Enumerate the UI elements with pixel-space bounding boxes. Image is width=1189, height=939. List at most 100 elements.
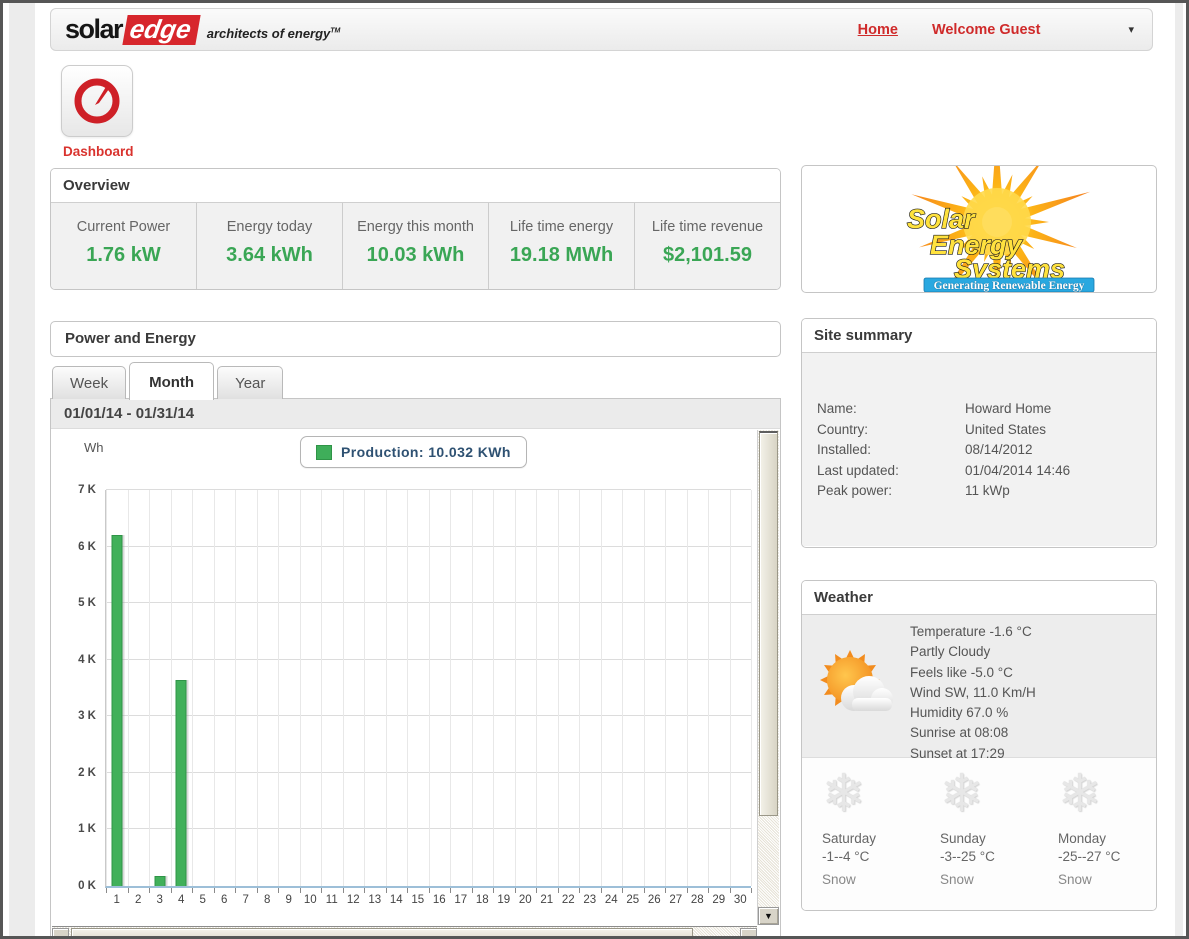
chart-period-tabs: Week Month Year [52, 359, 286, 399]
logo-solar-text: solar [65, 14, 122, 45]
site-row-installed: Installed: 08/14/2012 [802, 440, 1156, 461]
home-link[interactable]: Home [858, 22, 898, 38]
dashboard-button[interactable] [61, 65, 133, 137]
legend-swatch-production [316, 445, 332, 460]
forecast-sunday: ❄ Sunday -3--25 °C Snow [920, 758, 1038, 911]
x-tick-label: 23 [583, 894, 596, 906]
overview-title: Overview [51, 169, 780, 203]
x-axis-tick [536, 888, 537, 893]
production-bar-day-3[interactable] [154, 876, 165, 886]
x-tick-label: 1 [114, 894, 120, 906]
x-tick-label: 28 [691, 894, 704, 906]
gridline-vertical [128, 490, 129, 886]
gridline-vertical [708, 490, 709, 886]
weather-title: Weather [802, 581, 1156, 615]
x-tick-label: 14 [390, 894, 403, 906]
x-tick-label: 30 [734, 894, 747, 906]
y-tick-label: 3 K [78, 710, 96, 722]
forecast-day-label: Sunday [940, 830, 1038, 848]
horizontal-scrollbar-thumb[interactable] [71, 928, 693, 939]
x-tick-label: 20 [519, 894, 532, 906]
left-margin-strip [9, 3, 35, 936]
stat-energy-today: Energy today 3.64 kWh [196, 203, 342, 290]
x-tick-label: 24 [605, 894, 618, 906]
y-axis-labels: 0 K1 K2 K3 K4 K5 K6 K7 K [52, 490, 100, 886]
site-row-label: Last updated: [817, 461, 965, 482]
partly-cloudy-icon [816, 646, 896, 726]
chart-panel: 01/01/14 - 01/31/14 Wh Production: 10.03… [50, 398, 781, 939]
gridline-vertical [386, 490, 387, 886]
scroll-down-button[interactable]: ▼ [758, 907, 779, 925]
dashboard-nav: Dashboard [61, 65, 151, 159]
x-tick-label: 15 [411, 894, 424, 906]
header-bar: solar edge architects of energyTM Home W… [50, 8, 1153, 51]
x-axis-tick [622, 888, 623, 893]
x-axis-tick [278, 888, 279, 893]
tab-month[interactable]: Month [129, 362, 214, 400]
x-tick-label: 8 [264, 894, 270, 906]
gauge-icon [72, 76, 122, 126]
x-axis-tick [364, 888, 365, 893]
weather-sunrise: Sunrise at 08:08 [910, 723, 1036, 743]
stat-label: Energy today [197, 219, 342, 235]
gridline-vertical [450, 490, 451, 886]
forecast-condition: Snow [1058, 872, 1156, 887]
stat-value: 1.76 kW [51, 244, 196, 267]
chart-vertical-scrollbar[interactable]: ▼ [757, 430, 779, 925]
site-summary-body: Name: Howard Home Country: United States… [802, 353, 1156, 546]
tab-week[interactable]: Week [52, 366, 126, 399]
x-tick-label: 7 [243, 894, 249, 906]
gridline-vertical [171, 490, 172, 886]
gridline-vertical [321, 490, 322, 886]
scroll-left-button[interactable] [52, 928, 69, 939]
gridline-vertical [730, 490, 731, 886]
x-tick-label: 29 [712, 894, 725, 906]
stat-label: Life time revenue [635, 219, 780, 235]
forecast-condition: Snow [940, 872, 1038, 887]
dashboard-label[interactable]: Dashboard [63, 144, 151, 159]
weather-forecast: ❄ Saturday -1--4 °C Snow ❄ Sunday -3--25… [802, 758, 1156, 911]
user-menu-caret-icon[interactable]: ▾ [1128, 23, 1134, 36]
logo-tagline: architects of energyTM [207, 26, 341, 41]
vertical-scrollbar-thumb[interactable] [759, 431, 778, 816]
date-range-label: 01/01/14 - 01/31/14 [51, 399, 780, 429]
chart-horizontal-scrollbar[interactable] [52, 926, 757, 939]
stat-lifetime-revenue: Life time revenue $2,101.59 [634, 203, 780, 290]
forecast-monday: ❄ Monday -25--27 °C Snow [1038, 758, 1156, 911]
stat-energy-month: Energy this month 10.03 kWh [342, 203, 488, 290]
scroll-right-button[interactable] [740, 928, 757, 939]
overview-stats: Current Power 1.76 kW Energy today 3.64 … [51, 203, 780, 290]
dashboard-page: solar edge architects of energyTM Home W… [0, 0, 1189, 939]
site-row-name: Name: Howard Home [802, 399, 1156, 420]
gridline-vertical [106, 490, 107, 886]
gridline-vertical [665, 490, 666, 886]
stat-label: Life time energy [489, 219, 634, 235]
tab-year[interactable]: Year [217, 366, 283, 399]
weather-feels-like: Feels like -5.0 °C [910, 663, 1036, 683]
stat-value: $2,101.59 [635, 244, 780, 267]
site-row-value: 01/04/2014 14:46 [965, 461, 1070, 482]
x-tick-label: 3 [157, 894, 163, 906]
forecast-temps: -3--25 °C [940, 848, 1038, 866]
x-tick-label: 6 [221, 894, 227, 906]
x-tick-label: 11 [326, 894, 338, 906]
gridline-vertical [644, 490, 645, 886]
x-tick-label: 12 [347, 894, 360, 906]
stat-current-power: Current Power 1.76 kW [51, 203, 196, 290]
weather-condition: Partly Cloudy [910, 642, 1036, 662]
x-tick-label: 25 [626, 894, 639, 906]
site-row-peak-power: Peak power: 11 kWp [802, 481, 1156, 502]
gridline-vertical [751, 490, 752, 886]
site-row-value: 08/14/2012 [965, 440, 1033, 461]
snow-icon: ❄ [822, 762, 920, 826]
x-axis-tick [687, 888, 688, 893]
x-axis-tick [235, 888, 236, 893]
stat-label: Current Power [51, 219, 196, 235]
solaredge-logo: solar edge architects of energyTM [65, 14, 340, 45]
production-bar-day-4[interactable] [176, 680, 187, 886]
gridline-vertical [235, 490, 236, 886]
production-bar-day-1[interactable] [111, 535, 122, 886]
x-tick-label: 19 [497, 894, 510, 906]
x-axis-tick [257, 888, 258, 893]
overview-panel: Overview Current Power 1.76 kW Energy to… [50, 168, 781, 290]
